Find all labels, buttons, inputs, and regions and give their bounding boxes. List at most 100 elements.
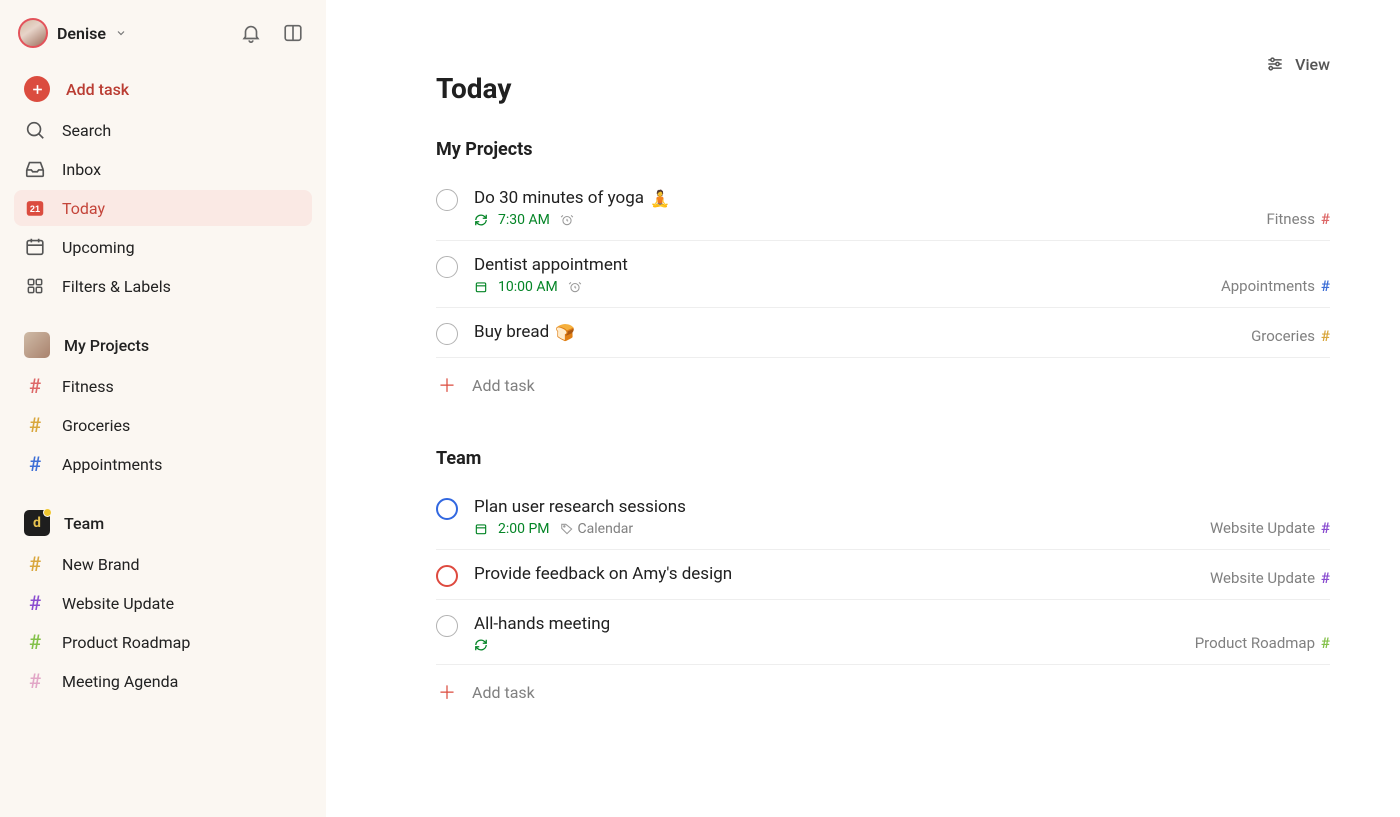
hash-icon: #	[1321, 569, 1330, 587]
task-row[interactable]: Do 30 minutes of yoga 🧘 7:30 AM Fitness#	[436, 174, 1330, 241]
task-checkbox[interactable]	[436, 565, 458, 587]
task-emoji: 🧘	[650, 189, 670, 208]
sliders-icon	[1265, 54, 1285, 74]
task-time: 2:00 PM	[498, 521, 550, 537]
sidebar-section-team[interactable]: d Team	[14, 503, 312, 543]
add-task-inline[interactable]: ＋Add task	[436, 665, 1330, 719]
my-projects-avatar	[24, 332, 50, 358]
task-title: Do 30 minutes of yoga 🧘	[474, 188, 1250, 208]
task-row[interactable]: Dentist appointment10:00 AMAppointments#	[436, 241, 1330, 308]
group-title: Team	[436, 448, 1330, 469]
sidebar-item-today[interactable]: 21 Today	[14, 190, 312, 226]
sidebar-item-label: Groceries	[62, 416, 130, 435]
task-body: Do 30 minutes of yoga 🧘 7:30 AM	[474, 188, 1250, 228]
sidebar-item-search[interactable]: Search	[14, 112, 312, 148]
sidebar-header: Denise	[14, 18, 312, 66]
task-project-name: Appointments	[1221, 277, 1315, 295]
alarm-icon	[568, 280, 582, 294]
hash-icon: #	[24, 631, 46, 653]
task-meta	[474, 638, 1179, 652]
sidebar-project-appointments[interactable]: # Appointments	[14, 446, 312, 482]
page-title: Today	[436, 72, 1330, 105]
sidebar-item-label: Filters & Labels	[62, 277, 171, 296]
hash-icon: #	[24, 375, 46, 397]
sidebar-item-label: New Brand	[62, 555, 140, 574]
recurring-icon	[474, 213, 488, 227]
view-button[interactable]: View	[1265, 54, 1330, 74]
panel-icon[interactable]	[282, 22, 304, 44]
task-project-name: Product Roadmap	[1195, 634, 1315, 652]
sidebar-section-my-projects[interactable]: My Projects	[14, 325, 312, 365]
task-checkbox[interactable]	[436, 256, 458, 278]
add-task-inline[interactable]: ＋ Add task	[436, 358, 1330, 412]
date-icon	[474, 522, 488, 536]
calendar-upcoming-icon	[24, 236, 46, 258]
task-title: Buy bread 🍞	[474, 322, 1235, 342]
task-project-link[interactable]: Website Update#	[1210, 519, 1330, 537]
section-title: My Projects	[64, 336, 149, 355]
task-row[interactable]: Provide feedback on Amy's designWebsite …	[436, 550, 1330, 600]
header-actions	[240, 22, 304, 44]
team-status-dot	[43, 508, 52, 517]
task-checkbox[interactable]	[436, 323, 458, 345]
task-project-link[interactable]: Fitness#	[1266, 210, 1330, 228]
task-checkbox[interactable]	[436, 498, 458, 520]
bell-icon[interactable]	[240, 22, 262, 44]
task-checkbox[interactable]	[436, 189, 458, 211]
add-task-button[interactable]: Add task	[14, 69, 312, 109]
group-title: My Projects	[436, 139, 1330, 160]
plus-circle-icon	[24, 76, 50, 102]
sidebar-project-new-brand[interactable]: # New Brand	[14, 546, 312, 582]
hash-icon: #	[24, 453, 46, 475]
sidebar-item-upcoming[interactable]: Upcoming	[14, 229, 312, 265]
inbox-icon	[24, 158, 46, 180]
add-task-label: Add task	[472, 683, 535, 702]
task-row[interactable]: Plan user research sessions2:00 PMCalend…	[436, 483, 1330, 550]
sidebar-item-inbox[interactable]: Inbox	[14, 151, 312, 187]
view-label: View	[1295, 55, 1330, 74]
main-content: View Today My Projects Do 30 minutes of y…	[326, 0, 1400, 817]
sidebar-item-label: Today	[62, 199, 105, 218]
task-project-name: Groceries	[1251, 327, 1315, 345]
profile-menu[interactable]: Denise	[18, 18, 127, 48]
task-project-link[interactable]: Website Update #	[1210, 569, 1330, 587]
sidebar-project-product-roadmap[interactable]: # Product Roadmap	[14, 624, 312, 660]
task-meta: 7:30 AM	[474, 212, 1250, 228]
task-meta: 10:00 AM	[474, 279, 1205, 295]
sidebar-item-label: Inbox	[62, 160, 101, 179]
hash-icon: #	[1321, 277, 1330, 295]
sidebar-item-label: Product Roadmap	[62, 633, 190, 652]
task-emoji: 🍞	[555, 323, 575, 342]
hash-icon: #	[24, 670, 46, 692]
sidebar-project-groceries[interactable]: # Groceries	[14, 407, 312, 443]
sidebar-project-fitness[interactable]: # Fitness	[14, 368, 312, 404]
sidebar-project-meeting-agenda[interactable]: # Meeting Agenda	[14, 663, 312, 699]
task-project-link[interactable]: Groceries #	[1251, 327, 1330, 345]
hash-icon: #	[24, 553, 46, 575]
task-row[interactable]: All-hands meetingProduct Roadmap#	[436, 600, 1330, 665]
task-project-link[interactable]: Appointments #	[1221, 277, 1330, 295]
task-time: 10:00 AM	[498, 279, 558, 295]
svg-text:21: 21	[30, 204, 40, 214]
sidebar-project-website-update[interactable]: # Website Update	[14, 585, 312, 621]
sidebar-item-label: Meeting Agenda	[62, 672, 178, 691]
hash-icon: #	[1321, 634, 1330, 652]
task-row[interactable]: Buy bread 🍞 Groceries #	[436, 308, 1330, 358]
avatar	[18, 18, 48, 48]
task-checkbox[interactable]	[436, 615, 458, 637]
recurring-icon	[474, 638, 488, 652]
task-meta: 2:00 PM Calendar	[474, 521, 1194, 537]
add-task-label: Add task	[472, 376, 535, 395]
task-label: Calendar	[560, 521, 634, 537]
plus-icon: ＋	[436, 372, 458, 398]
hash-icon: #	[1321, 327, 1330, 345]
sidebar-item-label: Upcoming	[62, 238, 135, 257]
add-task-label: Add task	[66, 80, 129, 99]
sidebar-item-label: Appointments	[62, 455, 162, 474]
sidebar-item-label: Search	[62, 121, 111, 140]
task-project-name: Website Update	[1210, 569, 1315, 587]
task-project-link[interactable]: Product Roadmap #	[1195, 634, 1330, 652]
sidebar-item-filters[interactable]: Filters & Labels	[14, 268, 312, 304]
task-time: 7:30 AM	[498, 212, 550, 228]
chevron-down-icon	[115, 27, 127, 39]
